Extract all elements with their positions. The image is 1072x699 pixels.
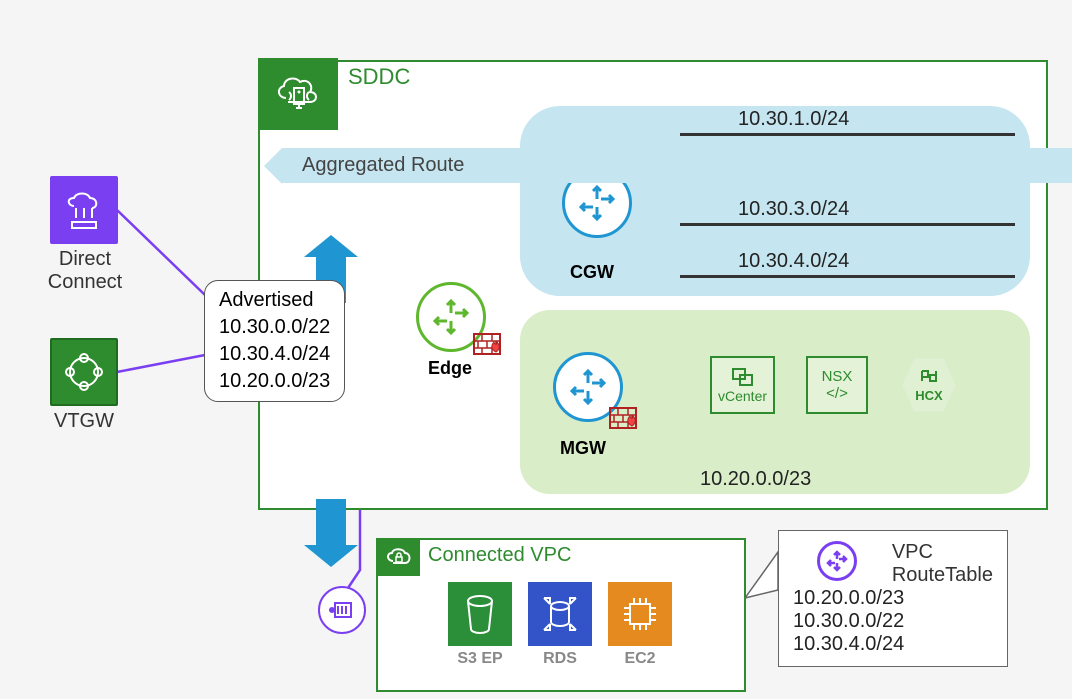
- eni-icon: [318, 586, 366, 634]
- advertised-route-2: 10.20.0.0/23: [219, 368, 330, 395]
- firewall-icon: [472, 328, 502, 358]
- nsx-icon: NSX </>: [806, 356, 868, 414]
- route-table-title-2: RouteTable: [892, 564, 993, 587]
- cgw-subnet-line: [680, 223, 1015, 226]
- vtgw-icon: [50, 338, 118, 406]
- route-table-title-1: VPC: [892, 541, 993, 564]
- connected-vpc-label: Connected VPC: [428, 544, 571, 567]
- s3-label: S3 EP: [448, 650, 512, 668]
- edge-label: Edge: [428, 358, 472, 379]
- advertised-title: Advertised: [219, 287, 330, 314]
- cgw-subnet-3: 10.30.4.0/24: [738, 250, 849, 273]
- ec2-label: EC2: [608, 650, 672, 668]
- rds-icon: RDS: [528, 582, 592, 668]
- route-table-route-1: 10.30.0.0/22: [793, 610, 993, 633]
- vpc-routetable-box: VPC RouteTable 10.20.0.0/23 10.30.0.0/22…: [778, 530, 1008, 667]
- mgw-cidr: 10.20.0.0/23: [700, 468, 811, 491]
- advertised-route-0: 10.30.0.0/22: [219, 314, 330, 341]
- advertised-routes-box: Advertised 10.30.0.0/22 10.30.4.0/24 10.…: [204, 280, 345, 402]
- route-table-route-0: 10.20.0.0/23: [793, 587, 993, 610]
- sddc-label: SDDC: [348, 64, 410, 90]
- cgw-subnet-2: 10.30.3.0/24: [738, 198, 849, 221]
- vcenter-label: vCenter: [718, 388, 767, 404]
- firewall-icon: [608, 402, 638, 432]
- vcenter-icon: vCenter: [710, 356, 775, 414]
- sddc-icon: [258, 58, 338, 130]
- mgw-label: MGW: [560, 438, 606, 459]
- s3-icon: S3 EP: [448, 582, 512, 668]
- advertised-route-1: 10.30.4.0/24: [219, 341, 330, 368]
- cgw-subnet-line: [680, 133, 1015, 136]
- cgw-subnet-line: [680, 275, 1015, 278]
- vtgw-label: VTGW: [50, 410, 118, 433]
- direct-connect-label: Direct Connect: [42, 248, 128, 294]
- route-table-route-2: 10.30.4.0/24: [793, 633, 993, 656]
- cgw-label: CGW: [570, 262, 614, 283]
- rds-label: RDS: [528, 650, 592, 668]
- ec2-icon: EC2: [608, 582, 672, 668]
- nsx-label-top: NSX: [822, 368, 853, 385]
- hcx-label: HCX: [915, 388, 942, 403]
- arrow-down-icon: [316, 499, 346, 545]
- aggregated-route-label: Aggregated Route: [282, 148, 1072, 183]
- vpc-cloud-icon: [376, 538, 420, 576]
- cgw-subnet-0: 10.30.1.0/24: [738, 108, 849, 131]
- nsx-label-bottom: </>: [826, 385, 848, 402]
- direct-connect-icon: [50, 176, 118, 244]
- route-table-icon: [817, 541, 857, 581]
